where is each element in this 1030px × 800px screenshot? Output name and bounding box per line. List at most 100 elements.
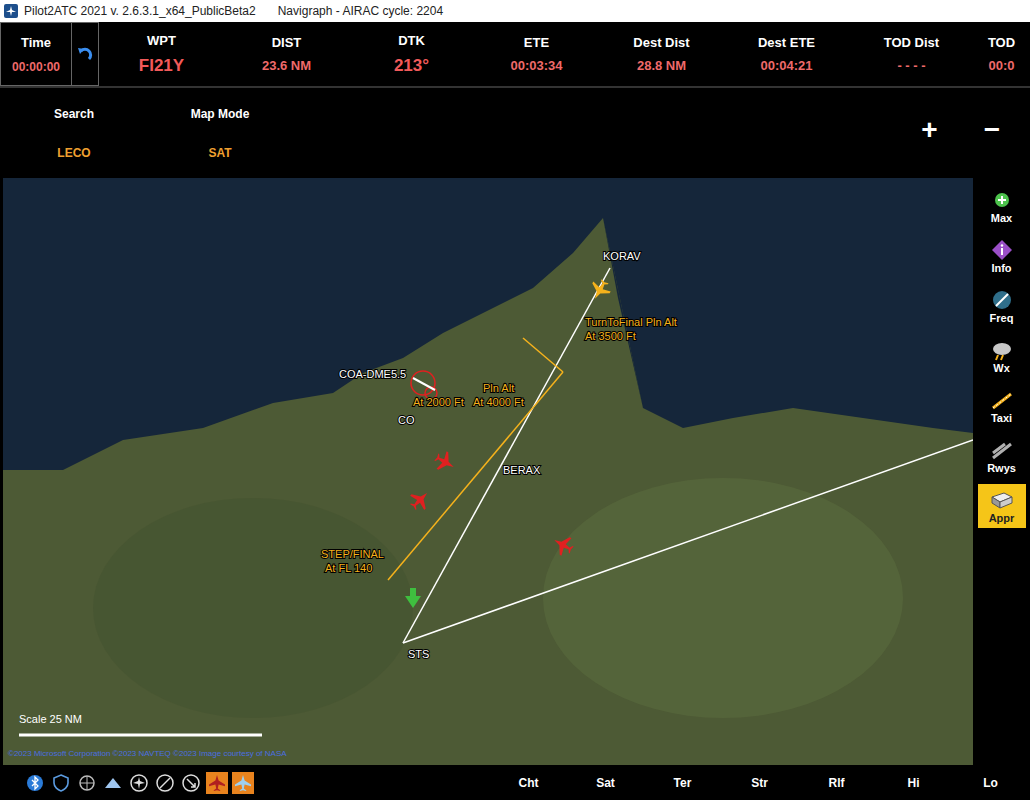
waypoint-label[interactable]: BERAX [503, 464, 541, 476]
field-label: TOD Dist [884, 35, 939, 50]
estuary [603, 218, 643, 408]
sea-area [3, 178, 973, 470]
map-filter-button[interactable] [180, 772, 202, 794]
zoom-controls: +− [921, 88, 1030, 178]
sidebar: Max Info Freq Wx Taxi Rwys Appr [973, 178, 1030, 765]
sidebar-icon [990, 489, 1014, 511]
sidebar-button[interactable]: Taxi [978, 384, 1026, 428]
zoom-button[interactable]: − [984, 116, 1000, 178]
toolbar-button[interactable]: Ter [644, 776, 721, 790]
toolbar-button[interactable]: Sat [567, 776, 644, 790]
filter-icon [52, 774, 70, 792]
toolbar-button[interactable]: Lo [952, 776, 1029, 790]
aircraft-icon[interactable] [549, 531, 576, 558]
sidebar-button[interactable]: Info [978, 234, 1026, 278]
map-filters [24, 772, 490, 794]
field-label: Dest ETE [758, 35, 815, 50]
map-view[interactable]: KORAV BERAX STS COA-DME5.5 CO TurnToFinal Pln… [3, 178, 973, 765]
map-filter-button[interactable] [76, 772, 98, 794]
approach-route [403, 268, 610, 643]
time-label: Time [21, 35, 51, 50]
search-value: LECO [57, 146, 90, 160]
field-label: DIST [272, 35, 302, 50]
scale-label: Scale 25 NM [19, 713, 82, 725]
aircraft-icon[interactable] [431, 448, 458, 475]
terrain-patch [93, 498, 413, 718]
info-bar: Time 00:00:00 WPT FI21YDIST 23.6 NMDTK 2… [0, 22, 1030, 88]
filter-icon [156, 774, 174, 792]
map-canvas[interactable]: KORAV BERAX STS COA-DME5.5 CO TurnToFinal Pln… [3, 178, 973, 765]
sidebar-icon [990, 289, 1014, 311]
map-mode-label: Map Mode [191, 107, 250, 121]
field-value: 28.8 NM [637, 58, 686, 73]
undo-button[interactable] [72, 22, 99, 86]
field-value: 23.6 NM [262, 58, 311, 73]
toolbar-button[interactable]: Rlf [798, 776, 875, 790]
sidebar-button[interactable]: Wx [978, 334, 1026, 378]
sidebar-button[interactable]: Max [978, 184, 1026, 228]
time-box: Time 00:00:00 [0, 22, 72, 86]
map-filter-button[interactable] [50, 772, 72, 794]
window-subtitle: Navigraph - AIRAC cycle: 2204 [278, 4, 443, 18]
search-control[interactable]: Search LECO [0, 88, 148, 178]
sidebar-icon [990, 389, 1014, 411]
toolbar-button[interactable]: Cht [490, 776, 567, 790]
sidebar-label: Rwys [987, 462, 1016, 474]
map-filter-button[interactable] [154, 772, 176, 794]
toolbar-button[interactable]: Str [721, 776, 798, 790]
search-label: Search [54, 107, 94, 121]
waypoint-label[interactable]: KORAV [603, 250, 641, 262]
filter-icon [182, 774, 200, 792]
field-value: 00:0 [988, 58, 1014, 73]
terrain-patch [543, 478, 903, 718]
window-title: Pilot2ATC 2021 v. 2.6.3.1_x64_PublicBeta… [24, 4, 256, 18]
map-filter-button[interactable] [24, 772, 46, 794]
map-filter-button[interactable] [128, 772, 150, 794]
map-filter-button[interactable] [206, 772, 228, 794]
map-filter-button[interactable] [102, 772, 124, 794]
aircraft-icon[interactable] [586, 276, 613, 303]
sidebar-icon [990, 339, 1014, 361]
sidebar-icon [990, 239, 1014, 261]
map-mode-control[interactable]: Map Mode SAT [147, 88, 293, 178]
bottom-toolbar: ChtSatTerStrRlfHiLo [0, 765, 1030, 800]
aircraft-icon[interactable] [406, 486, 434, 514]
info-field: DIST 23.6 NM [224, 22, 349, 86]
sidebar-label: Info [991, 262, 1011, 274]
info-field: Dest Dist 28.8 NM [599, 22, 724, 86]
sidebar-label: Freq [990, 312, 1014, 324]
altitude-annotation: TurnToFinal Pln Alt [585, 316, 677, 328]
user-arrow-icon [405, 588, 421, 608]
altitude-annotation: Pln Alt [483, 382, 514, 394]
planned-path [388, 372, 563, 580]
map-filter-button[interactable] [232, 772, 254, 794]
toolbar-button[interactable]: Hi [875, 776, 952, 790]
sidebar-button[interactable]: Freq [978, 284, 1026, 328]
field-value: - - - - [897, 58, 925, 73]
airport-marker[interactable] [411, 371, 437, 399]
controls-bar: Search LECO Map Mode SAT +− [0, 88, 1030, 178]
waypoint-label[interactable]: STS [408, 648, 429, 660]
field-value: 00:03:34 [510, 58, 562, 73]
waypoint-label[interactable]: COA-DME5.5 [339, 368, 406, 380]
pilot2atc-window: Pilot2ATC 2021 v. 2.6.3.1_x64_PublicBeta… [0, 0, 1030, 800]
sidebar-icon [990, 439, 1014, 461]
field-value: 00:04:21 [760, 58, 812, 73]
flight-route [403, 440, 973, 643]
sidebar-button[interactable]: Appr [978, 484, 1026, 528]
field-label: TOD [988, 35, 1015, 50]
main-area: KORAV BERAX STS COA-DME5.5 CO TurnToFinal Pln… [0, 178, 1030, 765]
filter-icon [78, 774, 96, 792]
info-fields: WPT FI21YDIST 23.6 NMDTK 213°ETE 00:03:3… [99, 22, 1030, 86]
undo-icon [76, 45, 94, 63]
field-label: Dest Dist [633, 35, 689, 50]
info-field: Dest ETE 00:04:21 [724, 22, 849, 86]
altitude-annotation: At FL 140 [325, 562, 372, 574]
sidebar-button[interactable]: Rwys [978, 434, 1026, 478]
planned-path [523, 338, 563, 372]
waypoint-label[interactable]: CO [398, 414, 415, 426]
field-label: ETE [524, 35, 549, 50]
zoom-button[interactable]: + [921, 116, 937, 178]
info-field: ETE 00:03:34 [474, 22, 599, 86]
field-label: DTK [398, 33, 425, 48]
